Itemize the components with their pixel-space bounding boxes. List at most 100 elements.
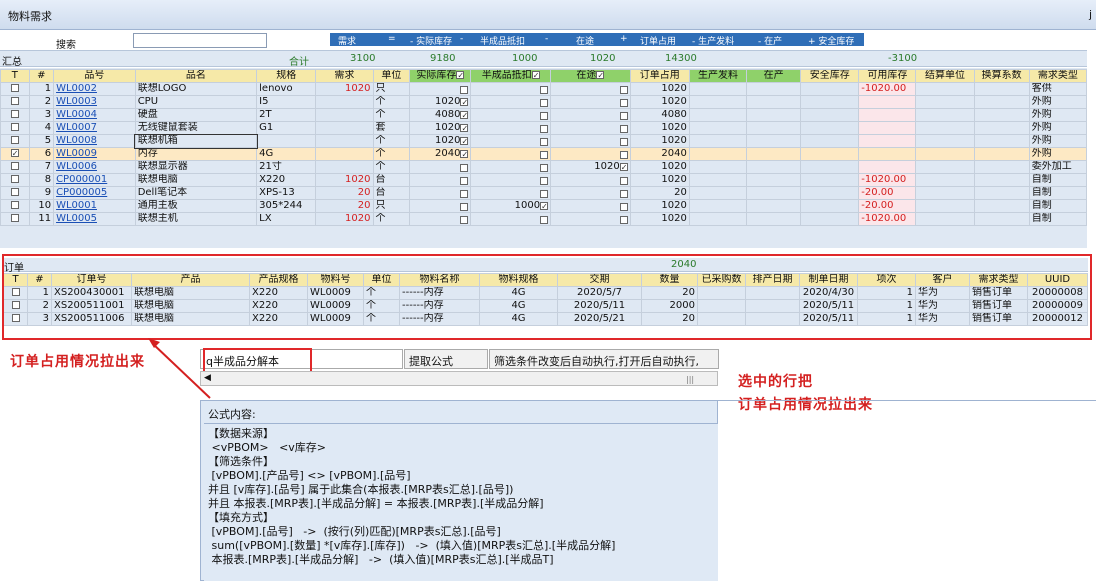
checkbox-icon[interactable] bbox=[460, 190, 469, 198]
checkbox-icon[interactable] bbox=[540, 99, 549, 107]
table-row[interactable]: 1 WL0002 联想LOGO lenovo 1020 只 1020 -1020.00 客供 bbox=[0, 82, 1088, 96]
item-code-link[interactable]: CP000005 bbox=[53, 186, 136, 200]
extract-formula-button[interactable]: 提取公式 bbox=[404, 349, 488, 369]
checkbox-icon[interactable] bbox=[619, 177, 628, 185]
item-code-link[interactable]: WL0001 bbox=[53, 199, 136, 213]
item-name[interactable]: 联想电脑 bbox=[134, 173, 258, 187]
checkbox-icon[interactable] bbox=[619, 99, 628, 107]
checkbox-checked-icon[interactable]: ✓ bbox=[619, 163, 628, 172]
row-select-cell[interactable] bbox=[0, 82, 30, 96]
checkbox-icon[interactable] bbox=[10, 84, 19, 92]
column-header[interactable]: 半成品抵扣✓ bbox=[470, 69, 552, 83]
row-select-cell[interactable] bbox=[0, 186, 30, 200]
checkbox-icon[interactable] bbox=[10, 214, 19, 222]
column-header[interactable]: 可用库存 bbox=[858, 69, 917, 83]
row-select-cell[interactable]: ✓ bbox=[0, 147, 30, 161]
column-header[interactable]: 单位 bbox=[372, 69, 411, 83]
item-name[interactable]: 无线键鼠套装 bbox=[134, 121, 258, 135]
scroll-left-icon[interactable]: ◀ bbox=[204, 373, 211, 383]
checkbox-icon[interactable] bbox=[10, 123, 19, 131]
checkbox-checked-icon[interactable]: ✓ bbox=[460, 150, 469, 159]
auto-exec-option[interactable]: 筛选条件改变后自动执行,打开后自动执行, bbox=[489, 349, 719, 369]
table-row[interactable]: 7 WL0006 联想显示器 21寸 个 1020 ✓ 1020 委外加工 bbox=[0, 160, 1088, 174]
column-header[interactable]: # bbox=[28, 69, 55, 83]
horizontal-scrollbar[interactable]: ◀ ||| bbox=[200, 371, 718, 386]
item-code-link[interactable]: WL0008 bbox=[53, 134, 136, 148]
checkbox-icon[interactable] bbox=[460, 86, 469, 94]
checkbox-icon[interactable] bbox=[460, 216, 469, 224]
column-header[interactable]: 生产发料 bbox=[688, 69, 748, 83]
item-name[interactable]: Dell笔记本 bbox=[134, 186, 258, 200]
checkbox-icon[interactable] bbox=[619, 190, 628, 198]
item-name[interactable]: 联想显示器 bbox=[134, 160, 258, 174]
checkbox-checked-icon[interactable]: ✓ bbox=[596, 71, 605, 80]
checkbox-icon[interactable] bbox=[619, 203, 628, 211]
item-name[interactable]: 内存 bbox=[134, 147, 258, 161]
table-row[interactable]: 8 CP000001 联想电脑 X220 1020 台 1020 -1020.00 自制 bbox=[0, 173, 1088, 187]
checkbox-icon[interactable] bbox=[10, 175, 19, 183]
item-code-link[interactable]: WL0007 bbox=[53, 121, 136, 135]
column-header[interactable]: 订单占用 bbox=[629, 69, 690, 83]
checkbox-icon[interactable] bbox=[540, 86, 549, 94]
column-header[interactable]: 规格 bbox=[256, 69, 317, 83]
table-row[interactable]: 11 WL0005 联想主机 LX 1020 个 1020 -1020.00 自制 bbox=[0, 212, 1088, 226]
column-header[interactable]: 安全库存 bbox=[800, 69, 860, 83]
column-header[interactable]: 需求类型 bbox=[1028, 69, 1088, 83]
column-header[interactable]: 实际库存✓ bbox=[409, 69, 472, 83]
checkbox-icon[interactable] bbox=[10, 188, 19, 196]
item-name[interactable]: 硬盘 bbox=[134, 108, 258, 122]
column-header[interactable]: T bbox=[0, 69, 30, 83]
checkbox-checked-icon[interactable]: ✓ bbox=[460, 124, 469, 133]
table-row[interactable]: 5 WL0008 联想机箱 个 1020 ✓ 1020 外购 bbox=[0, 133, 1088, 149]
column-header[interactable]: 换算系数 bbox=[973, 69, 1030, 83]
checkbox-icon[interactable] bbox=[540, 177, 549, 185]
checkbox-checked-icon[interactable]: ✓ bbox=[460, 98, 469, 107]
item-name[interactable]: 联想LOGO bbox=[134, 82, 258, 96]
checkbox-icon[interactable] bbox=[540, 138, 549, 146]
checkbox-icon[interactable] bbox=[10, 162, 19, 170]
checkbox-icon[interactable] bbox=[540, 112, 549, 120]
checkbox-icon[interactable] bbox=[619, 151, 628, 159]
item-code-link[interactable]: WL0009 bbox=[53, 147, 136, 161]
column-header[interactable]: 在产 bbox=[746, 69, 802, 83]
item-code-link[interactable]: WL0002 bbox=[53, 82, 136, 96]
table-row[interactable]: 9 CP000005 Dell笔记本 XPS-13 20 台 20 -20.00 自制 bbox=[0, 186, 1088, 200]
table-row[interactable]: 2 WL0003 CPU I5 个 1020 ✓ 1020 外购 bbox=[0, 95, 1088, 109]
column-header[interactable]: 品号 bbox=[53, 69, 136, 83]
checkbox-icon[interactable] bbox=[619, 138, 628, 146]
checkbox-icon[interactable] bbox=[460, 203, 469, 211]
table-row[interactable]: ✓ 6 WL0009 内存 4G 个 2040 ✓ 2040 外购 bbox=[0, 147, 1088, 161]
checkbox-icon[interactable] bbox=[460, 164, 469, 172]
checkbox-icon[interactable] bbox=[619, 86, 628, 94]
item-code-link[interactable]: WL0006 bbox=[53, 160, 136, 174]
checkbox-icon[interactable] bbox=[10, 201, 19, 209]
item-code-link[interactable]: WL0005 bbox=[53, 212, 136, 226]
checkbox-icon[interactable] bbox=[540, 190, 549, 198]
row-select-cell[interactable] bbox=[0, 212, 30, 226]
item-name[interactable]: 通用主板 bbox=[134, 199, 258, 213]
column-header[interactable]: 品名 bbox=[134, 69, 258, 83]
checkbox-icon[interactable] bbox=[619, 216, 628, 224]
item-code-link[interactable]: WL0003 bbox=[53, 95, 136, 109]
checkbox-icon[interactable] bbox=[540, 216, 549, 224]
checkbox-checked-icon[interactable]: ✓ bbox=[540, 202, 549, 211]
checkbox-icon[interactable] bbox=[619, 112, 628, 120]
checkbox-checked-icon[interactable]: ✓ bbox=[460, 137, 469, 146]
item-code-link[interactable]: WL0004 bbox=[53, 108, 136, 122]
checkbox-icon[interactable] bbox=[619, 125, 628, 133]
checkbox-icon[interactable] bbox=[540, 151, 549, 159]
column-header[interactable]: 在途✓ bbox=[550, 69, 631, 83]
item-name[interactable]: 联想主机 bbox=[134, 212, 258, 226]
checkbox-checked-icon[interactable]: ✓ bbox=[460, 111, 469, 120]
formula-content[interactable]: 【数据来源】 <vPBOM> <v库存> 【筛选条件】 [vPBOM].[产品号]… bbox=[204, 423, 718, 581]
column-header[interactable]: 结算单位 bbox=[915, 69, 975, 83]
row-select-cell[interactable] bbox=[0, 95, 30, 109]
item-name[interactable]: CPU bbox=[134, 95, 258, 109]
checkbox-icon[interactable] bbox=[10, 110, 19, 118]
table-row[interactable]: 4 WL0007 无线键鼠套装 G1 套 1020 ✓ 1020 外购 bbox=[0, 121, 1088, 135]
checkbox-icon[interactable] bbox=[460, 177, 469, 185]
checkbox-checked-icon[interactable]: ✓ bbox=[10, 149, 19, 158]
table-row[interactable]: 3 WL0004 硬盘 2T 个 4080 ✓ 4080 外购 bbox=[0, 108, 1088, 122]
table-row[interactable]: 10 WL0001 通用主板 305*244 20 只 1000 ✓ 1020 -20.00 自制 bbox=[0, 199, 1088, 213]
row-select-cell[interactable] bbox=[0, 173, 30, 187]
